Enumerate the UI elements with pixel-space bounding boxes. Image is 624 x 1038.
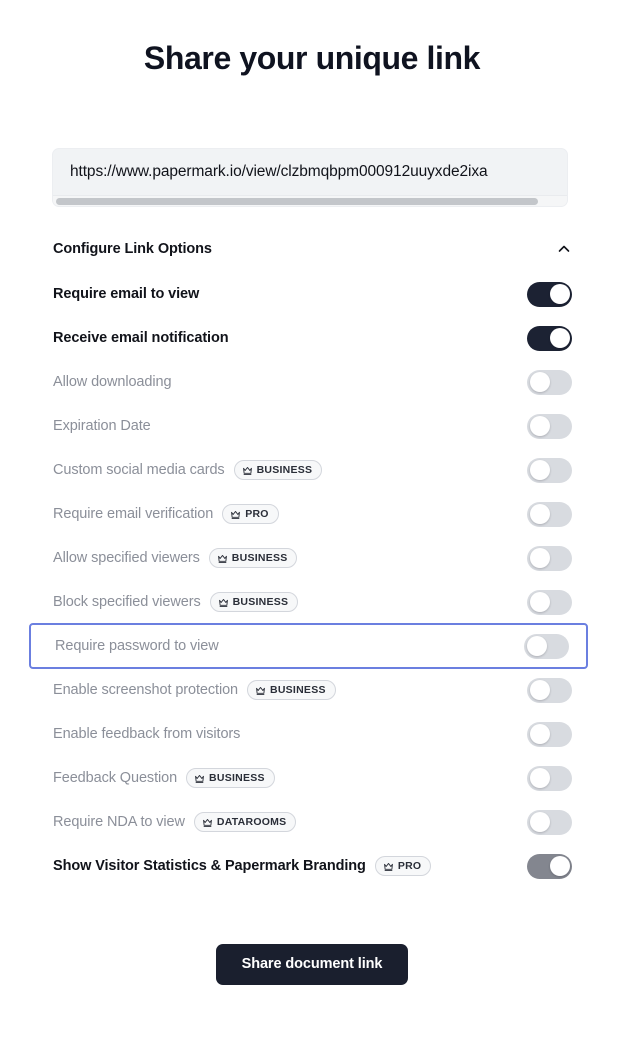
option-label: Expiration Date [53,418,151,434]
option-row[interactable]: Block specified viewers BUSINESS [53,587,572,617]
option-row[interactable]: Require email to view [53,279,572,309]
option-toggle[interactable] [527,325,572,351]
option-label: Allow downloading [53,374,172,390]
option-row[interactable]: Show Visitor Statistics & Papermark Bran… [53,851,572,881]
crown-icon [383,861,394,872]
option-label: Receive email notification [53,330,229,346]
option-row[interactable]: Expiration Date [53,411,572,441]
plan-badge: PRO [222,504,279,524]
plan-badge: PRO [374,856,432,876]
plan-badge-label: BUSINESS [209,772,265,784]
crown-icon [217,553,228,564]
option-toggle[interactable] [527,853,572,879]
toggle-knob [529,680,550,700]
crown-icon [255,685,266,696]
plan-badge-label: PRO [245,508,269,520]
plan-badge-label: BUSINESS [256,464,313,476]
option-row[interactable]: Enable screenshot protection BUSINESS [53,675,572,705]
option-toggle[interactable] [527,589,572,615]
share-link-dialog: Share your unique link https://www.paper… [0,0,624,1038]
plan-badge: BUSINESS [233,460,323,480]
crown-icon [202,817,213,828]
option-toggle[interactable] [527,281,572,307]
option-label: Require email to view [53,286,200,302]
toggle-knob [529,768,550,788]
share-link-field[interactable]: https://www.papermark.io/view/clzbmqbpm0… [52,148,568,207]
option-toggle[interactable] [527,413,572,439]
dialog-footer: Share document link [0,944,624,985]
option-toggle[interactable] [527,677,572,703]
option-row[interactable]: Allow downloading [53,367,572,397]
plan-badge-label: PRO [397,860,422,872]
option-label: Feedback Question [53,770,178,786]
plan-badge-label: BUSINESS [270,684,326,696]
toggle-knob [529,592,550,612]
option-row[interactable]: Custom social media cards BUSINESS [53,455,572,485]
option-toggle[interactable] [527,809,572,835]
crown-icon [242,465,253,476]
configure-link-options-label: Configure Link Options [53,241,212,257]
option-label: Require email verification [53,506,214,522]
option-toggle[interactable] [527,457,572,483]
toggle-knob [529,416,550,436]
toggle-knob [549,284,570,304]
option-toggle[interactable] [527,545,572,571]
option-row[interactable]: Feedback Question BUSINESS [53,763,572,793]
option-label: Require password to view [55,638,219,654]
option-toggle[interactable] [524,633,569,659]
share-link-value[interactable]: https://www.papermark.io/view/clzbmqbpm0… [53,149,567,195]
plan-badge: DATAROOMS [193,812,297,832]
option-label: Require NDA to view [53,814,185,830]
option-row[interactable]: Require email verification PRO [53,499,572,529]
option-toggle[interactable] [527,369,572,395]
option-toggle[interactable] [527,501,572,527]
option-toggle[interactable] [527,721,572,747]
plan-badge-label: DATAROOMS [216,816,287,828]
crown-icon [194,773,205,784]
option-row[interactable]: Allow specified viewers BUSINESS [53,543,572,573]
link-options-panel: Configure Link Options Require email to … [0,235,624,881]
option-row[interactable]: Require NDA to view DATAROOMS [53,807,572,837]
plan-badge: BUSINESS [247,680,336,700]
plan-badge-label: BUSINESS [231,552,288,564]
option-toggle[interactable] [527,765,572,791]
toggle-knob [529,812,550,832]
option-label: Allow specified viewers [53,550,200,566]
option-label: Block specified viewers [53,594,201,610]
option-row[interactable]: Receive email notification [53,323,572,353]
plan-badge-label: BUSINESS [232,596,289,608]
option-label: Custom social media cards [53,462,225,478]
link-options-list: Require email to view Receive email notif… [0,279,624,881]
toggle-knob [529,504,550,524]
toggle-knob [549,856,570,876]
toggle-knob [529,548,550,568]
share-document-link-button[interactable]: Share document link [215,944,409,985]
option-label: Enable feedback from visitors [53,726,241,742]
plan-badge: BUSINESS [186,768,275,788]
toggle-knob [549,328,570,348]
option-label: Enable screenshot protection [53,682,239,698]
toggle-knob [529,460,550,480]
share-link-scrollbar[interactable] [53,195,567,206]
configure-link-options-header[interactable]: Configure Link Options [53,235,572,263]
crown-icon [218,597,229,608]
scrollbar-thumb[interactable] [56,198,538,205]
toggle-knob [529,724,550,744]
option-row[interactable]: Enable feedback from visitors [53,719,572,749]
page-title: Share your unique link [143,40,481,76]
plan-badge: BUSINESS [208,548,298,568]
chevron-up-icon[interactable] [556,241,572,257]
option-label: Show Visitor Statistics & Papermark Bran… [53,858,366,874]
plan-badge: BUSINESS [209,592,299,612]
toggle-knob [529,372,550,392]
option-row[interactable]: Require password to view [29,623,588,669]
toggle-knob [526,636,547,656]
crown-icon [230,509,241,520]
